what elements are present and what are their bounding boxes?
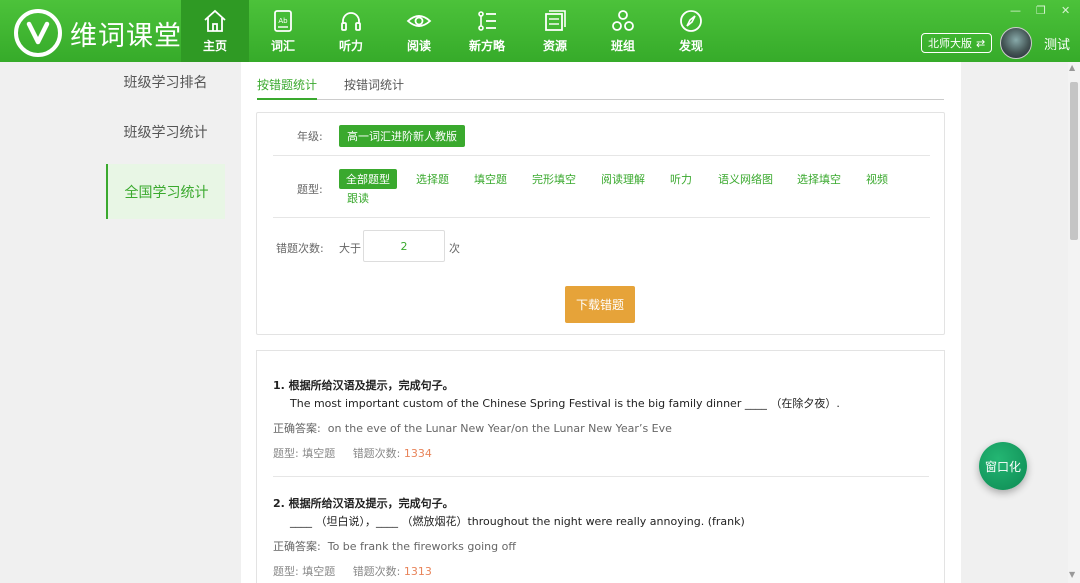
type-option-cloze[interactable]: 完形填空 [532,171,576,187]
close-icon[interactable]: ✕ [1061,4,1070,17]
download-wrong-questions-button[interactable]: 下载错题 [565,286,635,323]
filter-panel: 年级: 高一词汇进阶新人教版 题型: 全部题型 选择题 填空题 完形填空 阅读理… [256,112,945,335]
nav-label: 新方略 [468,39,505,53]
main-nav: 主页 Ab 词汇 听力 阅读 新方略 资源 班组 发现 [181,0,725,62]
nav-label: 发现 [678,39,703,53]
type-option-all[interactable]: 全部题型 [339,169,397,189]
list-icon [478,11,496,31]
eye-icon [406,15,432,27]
type-option-semantic-map[interactable]: 语义网络图 [718,171,773,187]
main-panel: 按错题统计 按错词统计 年级: 高一词汇进阶新人教版 题型: 全部题型 选择题 … [241,62,961,583]
nav-label: 词汇 [270,39,295,53]
app-title: 维词课堂 [70,20,182,52]
sidebar-item-class-ranking[interactable]: 班级学习排名 [106,62,225,100]
swap-icon: ⇄ [976,36,986,50]
error-count-value: 1313 [403,565,432,578]
group-icon [612,10,634,31]
minimize-icon[interactable]: — [1010,4,1021,17]
divider [273,217,930,218]
answer-value: To be frank the fireworks going off [327,540,516,553]
scroll-up-arrow-icon[interactable]: ▲ [1069,63,1075,72]
svg-text:Ab: Ab [278,17,288,25]
answer-label: 正确答案: [273,422,321,435]
question-list: 1. 根据所给汉语及提示，完成句子。 The most important cu… [256,350,945,583]
error-count-input[interactable] [363,230,445,262]
type-option-choice-fill[interactable]: 选择填空 [797,171,841,187]
app-logo: 维词课堂 [14,9,182,57]
divider [273,476,929,477]
nav-item-resources[interactable]: 资源 [521,0,589,62]
nav-label: 主页 [202,39,227,53]
top-bar: 维词课堂 主页 Ab 词汇 听力 阅读 新方略 资源 班组 发现 — ❐ ✕ 北… [0,0,1080,62]
edition-label: 北师大版 [928,37,972,50]
stat-tabs: 按错题统计 按错词统计 [257,76,944,100]
username[interactable]: 测试 [1044,34,1070,53]
question-meta: 题型: 填空题 错题次数: 1334 [273,445,432,461]
sidebar-item-label: 全国学习统计 [124,184,209,201]
correct-answer: 正确答案: on the eve of the Lunar New Year/o… [273,420,672,436]
grade-label: 年级: [297,130,323,143]
type-option-listening[interactable]: 听力 [670,171,692,187]
type-option-read-along[interactable]: 跟读 [347,190,369,206]
nav-label: 听力 [338,39,363,53]
question-title: 1. 根据所给汉语及提示，完成句子。 [273,379,454,392]
edition-switch[interactable]: 北师大版 ⇄ [921,33,993,53]
restore-icon[interactable]: ❐ [1036,4,1046,17]
tab-by-wrong-word[interactable]: 按错词统计 [344,76,404,100]
resources-icon [545,10,566,31]
nav-item-class-group[interactable]: 班组 [589,0,657,62]
question-type: 题型: 填空题 [273,447,336,460]
sidebar: 班级学习排名 班级学习统计 全国学习统计 [106,62,225,219]
compass-icon [680,10,702,32]
nav-item-vocabulary[interactable]: Ab 词汇 [249,0,317,62]
error-count-label: 错题次数: [352,565,401,578]
avatar[interactable] [1000,27,1032,59]
greater-than-label: 大于 [339,242,361,255]
type-option-fill[interactable]: 填空题 [474,171,507,187]
type-option-video[interactable]: 视频 [866,171,888,187]
nav-item-discover[interactable]: 发现 [657,0,725,62]
home-icon [204,9,226,32]
nav-item-new-strategy[interactable]: 新方略 [453,0,521,62]
book-icon: Ab [274,10,292,32]
scroll-down-arrow-icon[interactable]: ▼ [1069,570,1075,579]
headphones-icon [341,12,361,31]
question-text: ____ （坦白说），____ （燃放烟花）throughout the nig… [290,515,745,528]
type-option-choice[interactable]: 选择题 [416,171,449,187]
question-meta: 题型: 填空题 错题次数: 1313 [273,563,432,579]
times-label: 次 [449,242,460,255]
answer-value: on the eve of the Lunar New Year/on the … [327,422,672,435]
correct-answer: 正确答案: To be frank the fireworks going of… [273,538,516,554]
answer-label: 正确答案: [273,540,321,553]
error-count-label: 错题次数: [276,242,324,255]
sidebar-item-label: 班级学习统计 [123,125,208,141]
question-title: 2. 根据所给汉语及提示，完成句子。 [273,497,454,510]
divider [273,155,930,156]
logo-v-icon [14,9,62,57]
question-text: The most important custom of the Chinese… [290,397,840,410]
grade-select[interactable]: 高一词汇进阶新人教版 [339,125,465,147]
sidebar-item-national-stats[interactable]: 全国学习统计 [106,164,225,219]
windowed-mode-button[interactable]: 窗口化 [979,442,1027,490]
question-type: 题型: 填空题 [273,565,336,578]
sidebar-item-label: 班级学习排名 [123,75,208,91]
nav-item-home[interactable]: 主页 [181,0,249,62]
type-option-reading[interactable]: 阅读理解 [601,171,645,187]
scrollbar-thumb[interactable] [1070,82,1078,240]
error-count-label: 错题次数: [352,447,401,460]
error-count-value: 1334 [403,447,432,460]
nav-label: 阅读 [406,39,431,53]
tab-by-wrong-question[interactable]: 按错题统计 [257,76,318,100]
nav-item-listening[interactable]: 听力 [317,0,385,62]
nav-item-reading[interactable]: 阅读 [385,0,453,62]
sidebar-item-class-stats[interactable]: 班级学习统计 [106,100,225,164]
nav-label: 班组 [610,39,635,53]
nav-label: 资源 [542,39,567,53]
type-label: 题型: [297,183,323,196]
